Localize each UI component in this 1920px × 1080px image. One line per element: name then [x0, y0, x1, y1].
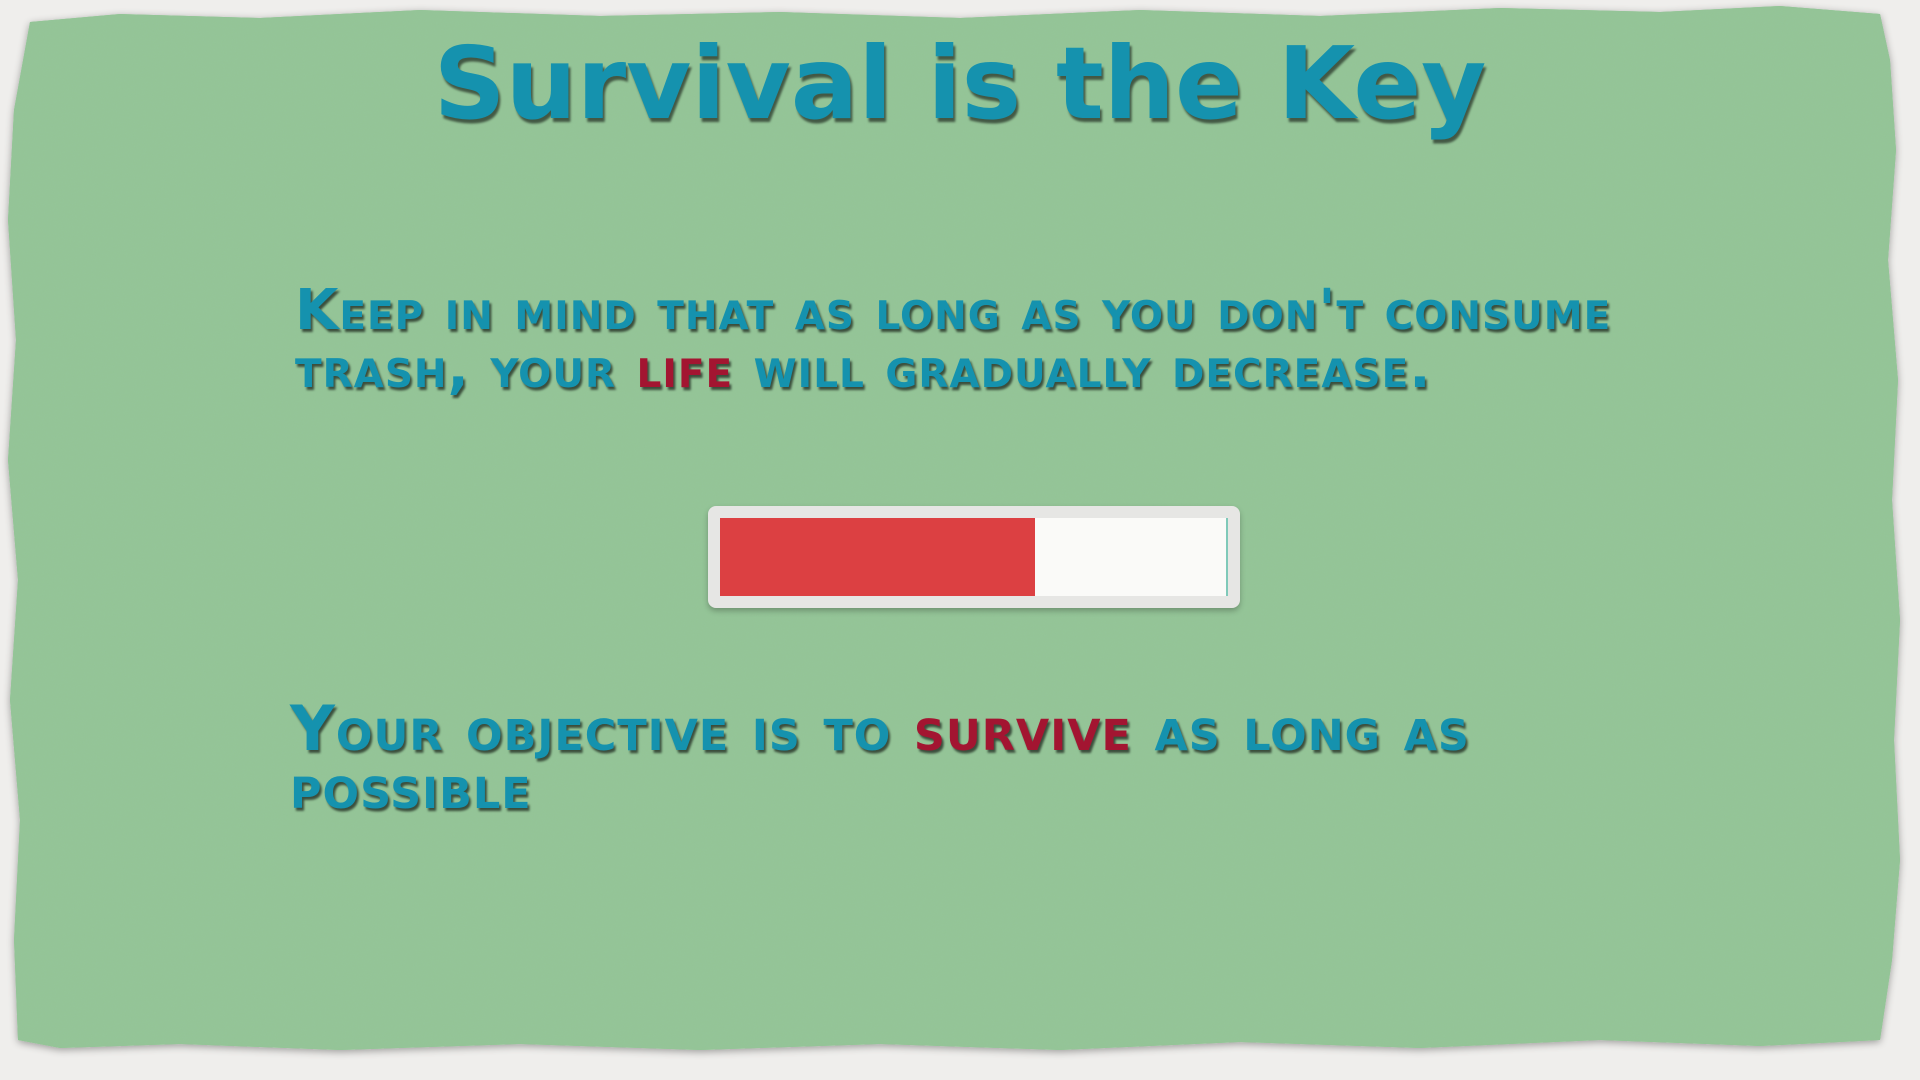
- life-explanation-part-2: will gradually decrease.: [733, 336, 1432, 401]
- objective-text: Your objective is to survive as long as …: [290, 698, 1650, 818]
- life-bar: [708, 506, 1240, 608]
- life-keyword: life: [636, 336, 734, 401]
- screen-title: Survival is the Key: [433, 25, 1487, 142]
- tutorial-screen: Survival is the Key Keep in mind that as…: [0, 0, 1920, 1080]
- life-explanation-text: Keep in mind that as long as you don't c…: [295, 282, 1625, 398]
- survive-keyword: survive: [913, 692, 1132, 765]
- life-bar-fill: [720, 518, 1035, 596]
